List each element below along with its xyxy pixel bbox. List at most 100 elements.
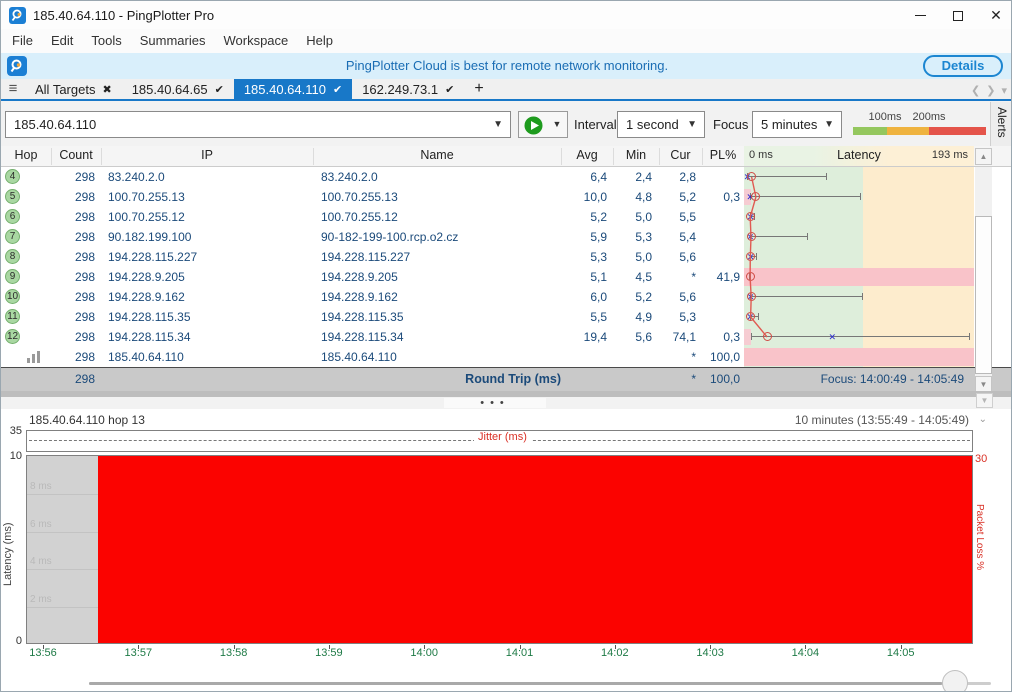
timeline-scrollbar bbox=[1, 667, 1012, 692]
alerts-side-tab[interactable]: Alerts bbox=[990, 102, 1011, 148]
average-latency-marker bbox=[747, 232, 756, 241]
minimize-button[interactable] bbox=[903, 1, 937, 29]
loss-axis-title: Packet Loss % bbox=[974, 504, 985, 624]
column-header-name[interactable]: Name bbox=[313, 148, 561, 162]
packet-loss-area bbox=[98, 456, 972, 643]
title-bar: 185.40.64.110 - PingPlotter Pro ✕ bbox=[1, 1, 1012, 29]
timeline-scrollbar-knob[interactable] bbox=[942, 670, 968, 692]
avg-cell: 19,4 bbox=[557, 327, 607, 347]
min-cell: 4,9 bbox=[607, 307, 652, 327]
count-cell: 298 bbox=[51, 207, 95, 227]
tab-185-40-64-65[interactable]: 185.40.64.65✔ bbox=[122, 79, 234, 99]
check-icon[interactable]: ✔ bbox=[215, 83, 224, 96]
tab-overflow-icon[interactable]: ▾ bbox=[1001, 84, 1007, 97]
name-cell: 100.70.255.13 bbox=[321, 187, 555, 207]
cur-cell: 5,5 bbox=[652, 207, 696, 227]
grid-scrollbar-thumb[interactable] bbox=[975, 216, 992, 374]
latency-graph-cell: ✕ bbox=[744, 287, 974, 307]
chevron-down-icon[interactable]: ▼ bbox=[824, 112, 834, 137]
min-cell: 2,4 bbox=[607, 167, 652, 187]
table-row[interactable]: 6 298 100.70.255.12 100.70.255.12 5,2 5,… bbox=[1, 207, 1012, 227]
column-header-ip[interactable]: IP bbox=[101, 148, 313, 162]
table-row[interactable]: 298 185.40.64.110 185.40.64.110 * 100,0 bbox=[1, 347, 1012, 367]
tab-list-menu-icon[interactable]: ≡ bbox=[1, 79, 25, 99]
pl-cell bbox=[696, 207, 740, 227]
chevron-down-icon[interactable]: ▼ bbox=[493, 112, 503, 137]
new-tab-button[interactable]: + bbox=[464, 79, 493, 99]
column-header-pl[interactable]: PL% bbox=[702, 148, 744, 162]
menu-item-tools[interactable]: Tools bbox=[82, 29, 130, 53]
window-title: 185.40.64.110 - PingPlotter Pro bbox=[33, 8, 214, 23]
menu-item-summaries[interactable]: Summaries bbox=[131, 29, 215, 53]
min-cell: 5,0 bbox=[607, 207, 652, 227]
avg-cell: 5,1 bbox=[557, 267, 607, 287]
time-range-label[interactable]: 10 minutes (13:55:49 - 14:05:49) bbox=[795, 413, 969, 427]
pane-splitter[interactable]: ••• bbox=[1, 391, 1012, 409]
splitter-grip[interactable]: ••• bbox=[444, 398, 546, 408]
column-header-hop[interactable]: Hop bbox=[1, 148, 51, 162]
time-graph-title: 185.40.64.110 hop 13 bbox=[29, 413, 145, 427]
table-row[interactable]: 9 298 194.228.9.205 194.228.9.205 5,1 4,… bbox=[1, 267, 1012, 287]
focus-value: 5 minutes bbox=[761, 117, 817, 132]
details-button[interactable]: Details bbox=[923, 55, 1003, 77]
time-range-chevron-icon[interactable]: ⌄ bbox=[979, 414, 987, 425]
column-header-count[interactable]: Count bbox=[51, 148, 101, 162]
table-row[interactable]: 12 298 194.228.115.34 194.228.115.34 19,… bbox=[1, 327, 1012, 347]
pl-cell bbox=[696, 287, 740, 307]
count-cell: 298 bbox=[51, 267, 95, 287]
ip-cell: 100.70.255.12 bbox=[108, 207, 308, 227]
menu-bar: FileEditToolsSummariesWorkspaceHelp bbox=[1, 29, 1012, 53]
tab-scroll-left-icon[interactable]: ❮ bbox=[971, 84, 980, 97]
avg-cell: 5,3 bbox=[557, 247, 607, 267]
hop-cell bbox=[1, 347, 51, 367]
chevron-down-icon[interactable]: ▼ bbox=[687, 112, 697, 137]
table-row[interactable]: 11 298 194.228.115.35 194.228.115.35 5,5… bbox=[1, 307, 1012, 327]
min-max-whisker bbox=[750, 296, 863, 297]
latency-gridline bbox=[27, 569, 98, 570]
tab-scroll-right-icon[interactable]: ❯ bbox=[986, 84, 995, 97]
count-cell: 298 bbox=[51, 247, 95, 267]
round-trip-row[interactable]: 298 Round Trip (ms) * 100,0 Focus: 14:00… bbox=[1, 367, 1012, 391]
column-header-avg[interactable]: Avg bbox=[561, 148, 613, 162]
hop-cell: 11 bbox=[1, 307, 51, 327]
check-icon[interactable]: ✔ bbox=[445, 83, 454, 96]
table-row[interactable]: 5 298 100.70.255.13 100.70.255.13 10,0 4… bbox=[1, 187, 1012, 207]
hop-number-badge: 9 bbox=[5, 269, 20, 284]
target-address-combobox[interactable]: 185.40.64.110 ▼ bbox=[5, 111, 511, 138]
maximize-button[interactable] bbox=[941, 1, 975, 29]
menu-item-workspace[interactable]: Workspace bbox=[214, 29, 297, 53]
legend-warn-segment bbox=[887, 127, 929, 135]
start-options-dropdown[interactable]: ▼ bbox=[547, 111, 568, 138]
menu-item-file[interactable]: File bbox=[3, 29, 42, 53]
round-trip-label: Round Trip (ms) bbox=[321, 368, 561, 391]
interval-select[interactable]: 1 second ▼ bbox=[617, 111, 705, 138]
table-row[interactable]: 8 298 194.228.115.227 194.228.115.227 5,… bbox=[1, 247, 1012, 267]
pane-collapse-icon[interactable]: ▼ bbox=[976, 393, 993, 408]
time-tick-label: 14:02 bbox=[593, 647, 637, 659]
menu-item-help[interactable]: Help bbox=[297, 29, 342, 53]
average-latency-marker bbox=[746, 272, 755, 281]
tab-all-targets[interactable]: All Targets✖ bbox=[25, 79, 122, 99]
tab-scroll-controls: ❮ ❯ ▾ bbox=[965, 81, 1011, 99]
hop-cell: 6 bbox=[1, 207, 51, 227]
latency-graph-cell: ✕ bbox=[744, 187, 974, 207]
start-trace-button[interactable] bbox=[518, 111, 548, 138]
menu-item-edit[interactable]: Edit bbox=[42, 29, 82, 53]
latency-graph-cell: ✕ bbox=[744, 227, 974, 247]
close-button[interactable]: ✕ bbox=[979, 1, 1012, 29]
column-header-cur[interactable]: Cur bbox=[659, 148, 702, 162]
close-tab-icon[interactable]: ✖ bbox=[102, 83, 111, 96]
table-row[interactable]: 10 298 194.228.9.162 194.228.9.162 6,0 5… bbox=[1, 287, 1012, 307]
check-icon[interactable]: ✔ bbox=[333, 83, 342, 96]
table-row[interactable]: 4 298 83.240.2.0 83.240.2.0 6,4 2,4 2,8 … bbox=[1, 167, 1012, 187]
tab-185-40-64-110[interactable]: 185.40.64.110 ✔ bbox=[234, 79, 352, 99]
focus-select[interactable]: 5 minutes ▼ bbox=[752, 111, 842, 138]
column-header-min[interactable]: Min bbox=[613, 148, 659, 162]
timeline-plot[interactable]: 2 ms4 ms6 ms8 ms bbox=[26, 455, 973, 644]
pl-cell: 0,3 bbox=[696, 187, 740, 207]
table-row[interactable]: 7 298 90.182.199.100 90-182-199-100.rcp.… bbox=[1, 227, 1012, 247]
tab-label: 185.40.64.110 bbox=[244, 82, 326, 97]
scrollbar-up-button[interactable]: ▲ bbox=[975, 148, 992, 165]
pl-cell: 41,9 bbox=[696, 267, 740, 287]
tab-162-249-73-1[interactable]: 162.249.73.1✔ bbox=[352, 79, 464, 99]
